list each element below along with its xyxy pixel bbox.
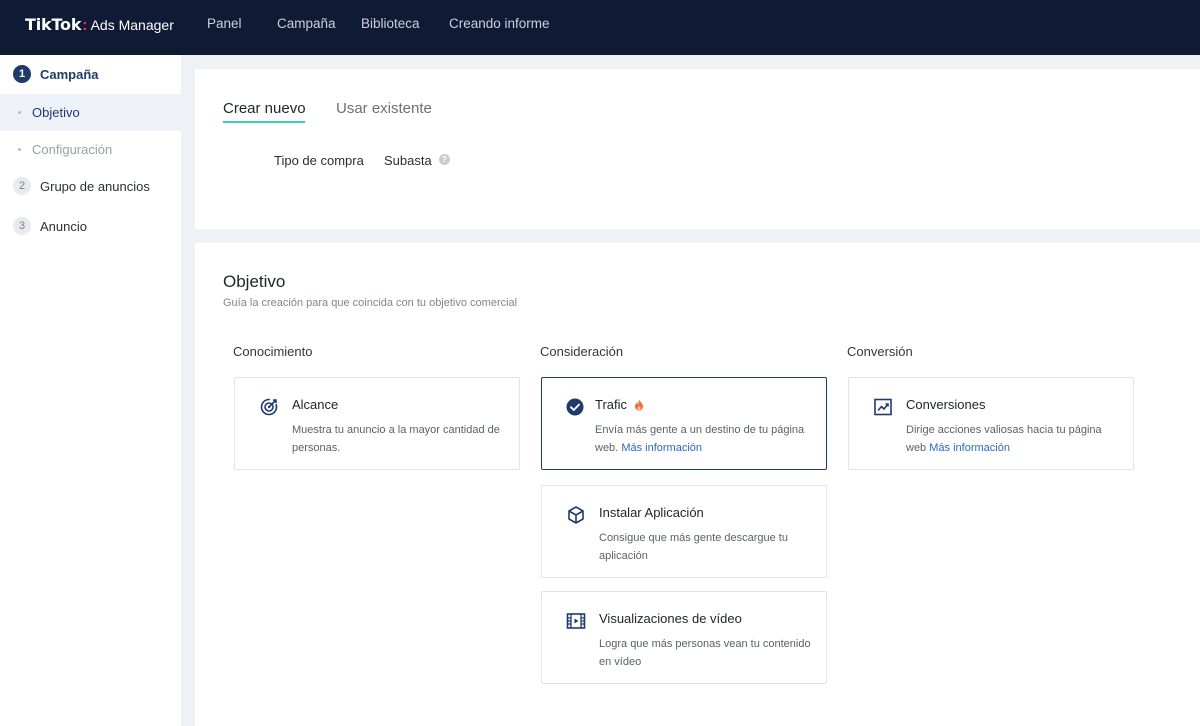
card-description-block: Dirige acciones valiosas hacia tu página… [906, 421, 1121, 457]
column-conversion: Conversión [847, 344, 913, 359]
step-label: Grupo de anuncios [40, 178, 150, 194]
help-icon[interactable]: ? [439, 154, 450, 165]
card-title-row: Trafic [595, 397, 644, 412]
card-description: Muestra tu anuncio a la mayor cantidad d… [292, 424, 500, 454]
card-description: Logra que más personas vean tu contenido… [599, 638, 811, 668]
more-info-link[interactable]: Más información [621, 442, 702, 454]
card-title: Instalar Aplicación [599, 505, 704, 520]
check-circle-icon [566, 398, 584, 416]
objective-subtitle: Guía la creación para que coincida con t… [223, 297, 518, 309]
sidebar-substep-objective[interactable]: Objetivo [0, 94, 181, 131]
campaign-setup-panel: Crear nuevo Usar existente Tipo de compr… [195, 69, 1200, 229]
objective-card-reach[interactable]: Alcance Muestra tu anuncio a la mayor ca… [234, 377, 520, 470]
column-awareness: Conocimiento [233, 344, 313, 359]
trend-chart-icon [874, 398, 892, 416]
card-title: Visualizaciones de vídeo [599, 611, 742, 626]
more-info-link[interactable]: Más información [929, 442, 1010, 454]
tab-create-new[interactable]: Crear nuevo [223, 100, 306, 117]
brand-name: TikTok [25, 15, 82, 34]
bullet-dot [18, 148, 21, 151]
sidebar: 1 Campaña Objetivo Configuración 2 Grupo… [0, 55, 181, 726]
target-icon [260, 398, 278, 416]
card-title: Conversiones [906, 397, 986, 412]
card-description: Consigue que más gente descargue tu apli… [599, 532, 788, 562]
top-navigation-bar: TikTok : Ads Manager Panel Campaña Bibli… [0, 0, 1200, 55]
nav-campaign[interactable]: Campaña [277, 16, 336, 31]
sidebar-step-campaign[interactable]: 1 Campaña [13, 65, 99, 83]
purchase-type-value: Subasta [384, 153, 432, 168]
card-description-block: Envía más gente a un destino de tu págin… [595, 421, 810, 457]
sidebar-step-ad-group[interactable]: 2 Grupo de anuncios [13, 177, 150, 195]
step-number: 2 [13, 177, 31, 195]
bullet-dot [18, 111, 21, 114]
sidebar-substep-settings[interactable]: Configuración [0, 131, 181, 168]
tab-use-existing[interactable]: Usar existente [336, 100, 432, 117]
objective-card-conversions[interactable]: Conversiones Dirige acciones valiosas ha… [848, 377, 1134, 470]
film-icon [566, 613, 586, 629]
sidebar-step-ad[interactable]: 3 Anuncio [13, 217, 87, 235]
brand-product: Ads Manager [90, 17, 174, 33]
objective-panel: Objetivo Guía la creación para que coinc… [195, 243, 1200, 726]
objective-title: Objetivo [223, 272, 286, 291]
substep-label: Configuración [32, 142, 113, 157]
step-number: 3 [13, 217, 31, 235]
step-label: Anuncio [40, 218, 87, 234]
card-title: Alcance [292, 397, 339, 412]
objective-card-app-install[interactable]: Instalar Aplicación Consigue que más gen… [541, 485, 827, 578]
active-tab-indicator [223, 121, 305, 123]
step-number: 1 [13, 65, 31, 83]
column-consideration: Consideración [540, 344, 624, 359]
fire-icon [635, 399, 644, 410]
purchase-type-label: Tipo de compra [274, 153, 364, 168]
card-title: Trafic [595, 397, 628, 412]
brand-separator: : [82, 17, 88, 34]
tiktok-ads-manager-logo[interactable]: TikTok : Ads Manager [25, 15, 174, 35]
objective-card-traffic[interactable]: Trafic Envía más gente a un destino de t… [541, 377, 827, 470]
objective-card-video-views[interactable]: Visualizaciones de vídeo Logra que más p… [541, 591, 827, 684]
substep-label: Objetivo [32, 105, 80, 120]
nav-create-report[interactable]: Creando informe [449, 16, 550, 31]
cube-icon [568, 506, 584, 524]
nav-panel[interactable]: Panel [207, 16, 242, 31]
step-label: Campaña [40, 66, 99, 82]
nav-library[interactable]: Biblioteca [361, 16, 420, 31]
